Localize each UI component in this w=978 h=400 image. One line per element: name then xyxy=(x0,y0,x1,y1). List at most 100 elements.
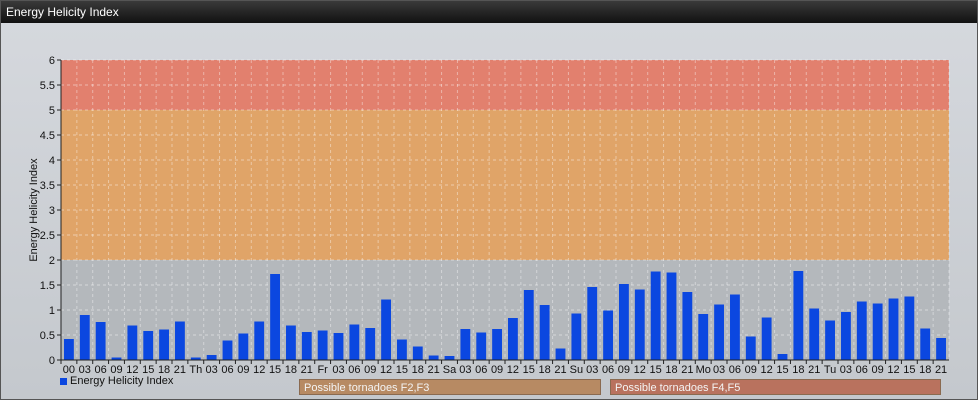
bar xyxy=(761,317,772,360)
legend-label: Energy Helicity Index xyxy=(70,375,174,387)
x-tick-label: Tu xyxy=(824,364,836,376)
chart-legend: Energy Helicity Index xyxy=(60,375,173,387)
x-tick-label: Su xyxy=(570,364,583,376)
bar xyxy=(492,329,502,360)
x-tick-label: 03 xyxy=(332,364,344,376)
bar xyxy=(301,332,312,360)
bar xyxy=(793,271,804,360)
x-tick-label: 21 xyxy=(808,364,820,376)
y-tick-label: 6 xyxy=(49,55,55,67)
x-tick-label: 15 xyxy=(523,364,535,376)
y-tick-label: 4 xyxy=(49,155,55,167)
bar xyxy=(650,271,661,360)
x-tick-label: 06 xyxy=(348,364,360,376)
bar xyxy=(397,339,407,360)
bar xyxy=(666,272,677,360)
bar xyxy=(936,338,946,360)
bar xyxy=(856,301,867,360)
bar xyxy=(619,284,629,360)
x-tick-label: 15 xyxy=(396,364,408,376)
bar xyxy=(555,348,566,360)
y-tick-label: 5.5 xyxy=(40,80,55,92)
legend-swatch xyxy=(60,377,67,385)
x-tick-label: 21 xyxy=(935,364,947,376)
x-tick-label: 18 xyxy=(919,364,931,376)
y-tick-label: 2 xyxy=(49,255,55,267)
y-tick-label: 5 xyxy=(49,105,55,117)
y-axis-title: Energy Helicity Index xyxy=(28,158,40,262)
x-tick-label: 03 xyxy=(206,364,218,376)
x-tick-label: 18 xyxy=(412,364,424,376)
y-tick-label: 1 xyxy=(49,305,55,317)
bar xyxy=(143,331,154,360)
x-tick-label: 03 xyxy=(840,364,852,376)
x-tick-label: 21 xyxy=(428,364,440,376)
bar xyxy=(428,355,439,360)
x-tick-label: 06 xyxy=(729,364,741,376)
bar xyxy=(79,315,90,360)
bar xyxy=(159,329,169,360)
bar xyxy=(730,294,740,360)
x-tick-label: 21 xyxy=(301,364,313,376)
y-tick-label: 4.5 xyxy=(40,130,55,142)
bar xyxy=(127,325,138,360)
x-tick-label: Mo xyxy=(696,364,711,376)
x-tick-label: 03 xyxy=(459,364,471,376)
x-tick-label: 12 xyxy=(761,364,773,376)
bar xyxy=(476,332,487,360)
x-tick-label: 21 xyxy=(174,364,186,376)
bar xyxy=(317,330,328,360)
x-tick-label: Fr xyxy=(317,364,328,376)
bar xyxy=(222,340,233,360)
zone-f2-f3-label: Possible tornadoes F2,F3 xyxy=(299,379,601,395)
x-tick-label: Sa xyxy=(443,364,457,376)
x-tick-label: 15 xyxy=(776,364,788,376)
x-tick-label: 12 xyxy=(253,364,265,376)
y-tick-label: 0.5 xyxy=(40,330,55,342)
bar xyxy=(460,329,471,360)
bar xyxy=(539,305,550,360)
bar xyxy=(349,324,360,360)
x-tick-label: 18 xyxy=(792,364,804,376)
zone-f4-f5-label: Possible tornadoes F4,F5 xyxy=(610,379,941,395)
bar xyxy=(698,314,709,360)
y-tick-label: 1.5 xyxy=(40,280,55,292)
bar xyxy=(587,287,598,360)
x-tick-label: 09 xyxy=(872,364,884,376)
x-tick-label: 15 xyxy=(903,364,915,376)
y-tick-label: 0 xyxy=(49,355,55,367)
y-tick-label: 3.5 xyxy=(40,180,55,192)
x-tick-label: 03 xyxy=(586,364,598,376)
x-tick-label: 15 xyxy=(650,364,662,376)
x-tick-label: 09 xyxy=(364,364,376,376)
bar xyxy=(888,298,899,360)
y-tick-label: 2.5 xyxy=(40,230,55,242)
x-tick-label: 18 xyxy=(665,364,677,376)
x-tick-label: 21 xyxy=(681,364,693,376)
bar xyxy=(872,303,883,360)
bar xyxy=(381,299,391,360)
bar xyxy=(714,304,724,360)
bar xyxy=(64,339,74,360)
bar xyxy=(841,312,851,360)
x-tick-label: 06 xyxy=(475,364,487,376)
x-tick-label: Th xyxy=(189,364,202,376)
bar xyxy=(286,325,296,360)
bar xyxy=(777,354,788,360)
bar xyxy=(254,321,265,360)
y-tick-label: 3 xyxy=(49,205,55,217)
bar xyxy=(809,308,820,360)
bar xyxy=(523,290,534,360)
x-tick-label: 06 xyxy=(602,364,614,376)
bar xyxy=(175,321,185,360)
x-tick-label: 09 xyxy=(618,364,630,376)
bar xyxy=(270,274,280,360)
bar xyxy=(365,328,376,360)
bar xyxy=(206,355,217,360)
x-tick-label: 03 xyxy=(713,364,725,376)
x-tick-label: 06 xyxy=(221,364,233,376)
x-tick-label: 18 xyxy=(285,364,297,376)
bar xyxy=(920,328,931,360)
bar xyxy=(825,320,835,360)
bar xyxy=(634,289,645,360)
